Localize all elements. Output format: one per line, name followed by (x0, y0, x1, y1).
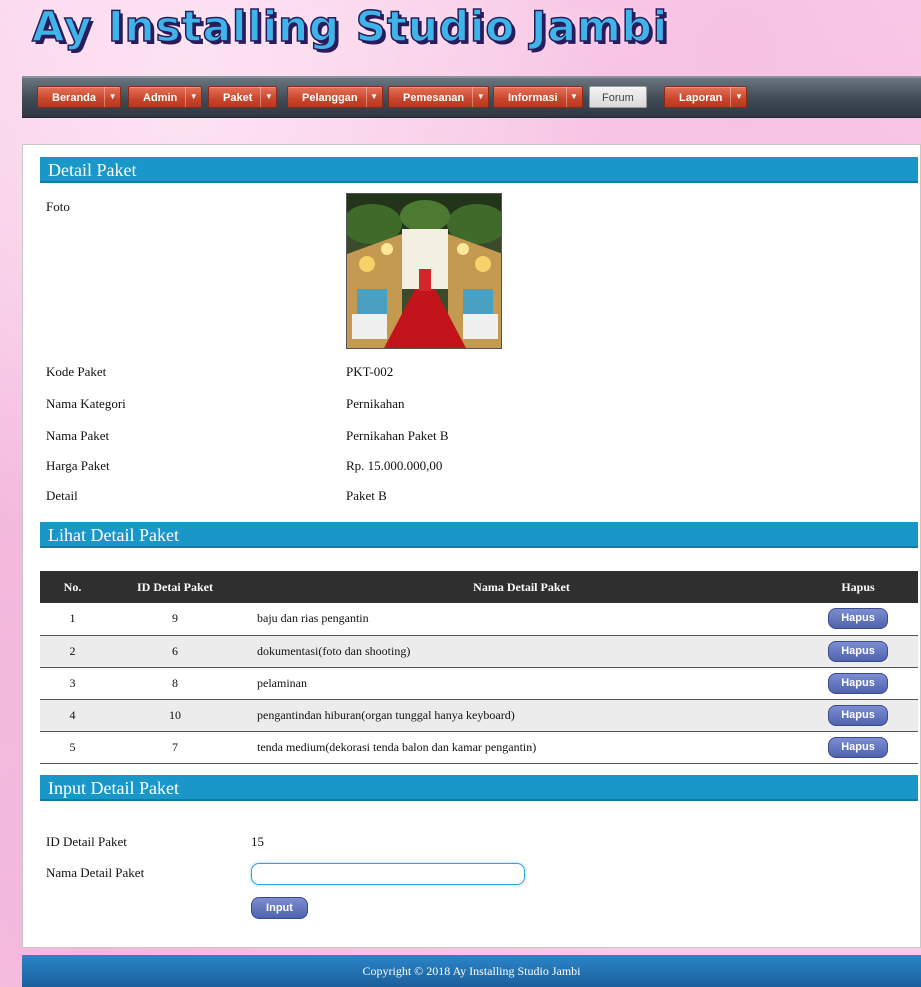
nama-paket-label: Nama Paket (46, 428, 110, 443)
hapus-button[interactable]: Hapus (828, 704, 888, 726)
row-id: 8 (105, 667, 245, 700)
chevron-down-icon: ▼ (185, 87, 201, 107)
chevron-down-icon: ▼ (104, 87, 120, 107)
column-header-nama: Nama Detail Paket (245, 571, 798, 603)
column-header-id: ID Detai Paket (105, 571, 245, 603)
hapus-button[interactable]: Hapus (828, 736, 888, 758)
wedding-venue-image (347, 194, 501, 348)
nama-paket-value: Pernikahan Paket B (346, 428, 449, 443)
row-no: 5 (40, 731, 105, 764)
row-no: 2 (40, 635, 105, 668)
column-header-hapus: Hapus (798, 571, 918, 603)
id-detail-paket-label: ID Detail Paket (46, 834, 127, 849)
table-row: 1 9 baju dan rias pengantin Hapus (40, 603, 918, 636)
nav-forum[interactable]: Forum (589, 86, 647, 108)
row-no: 3 (40, 667, 105, 700)
detail-paket-table: No. ID Detai Paket Nama Detail Paket Hap… (40, 571, 918, 764)
nav-beranda[interactable]: Beranda ▼ (37, 86, 122, 108)
chevron-down-icon: ▼ (565, 87, 582, 107)
table-row: 2 6 dokumentasi(foto dan shooting) Hapus (40, 635, 918, 668)
row-nama: tenda medium(dekorasi tenda balon dan ka… (245, 731, 798, 764)
page: Ay Installing Studio Jambi Beranda ▼ Admi… (0, 0, 921, 987)
nav-pemesanan-label: Pemesanan (403, 92, 465, 104)
nama-kategori-value: Pernikahan (346, 396, 405, 411)
harga-paket-value: Rp. 15.000.000,00 (346, 458, 443, 473)
nav-paket-label: Paket (223, 92, 253, 104)
content-panel: Detail Paket Foto Kode Paket PKT-002 Nam… (22, 144, 921, 948)
nav-informasi[interactable]: Informasi ▼ (493, 86, 583, 108)
chevron-down-icon: ▼ (730, 87, 746, 107)
chevron-down-icon: ▼ (260, 87, 276, 107)
column-header-no: No. (40, 571, 105, 603)
nav-pelanggan[interactable]: Pelanggan ▼ (287, 86, 383, 108)
table-row: 3 8 pelaminan Hapus (40, 667, 918, 700)
hapus-button[interactable]: Hapus (828, 608, 888, 630)
section-title-detail-paket: Detail Paket (40, 157, 918, 183)
table-row: 5 7 tenda medium(dekorasi tenda balon da… (40, 731, 918, 764)
input-button[interactable]: Input (251, 897, 308, 919)
nav-pemesanan[interactable]: Pemesanan ▼ (388, 86, 490, 108)
table-header-row: No. ID Detai Paket Nama Detail Paket Hap… (40, 571, 918, 603)
nav-pelanggan-label: Pelanggan (302, 92, 358, 104)
row-action: Hapus (798, 635, 918, 668)
site-logo[interactable]: Ay Installing Studio Jambi (31, 1, 668, 52)
row-action: Hapus (798, 731, 918, 764)
nav-forum-label: Forum (602, 92, 634, 104)
hapus-button[interactable]: Hapus (828, 672, 888, 694)
harga-paket-label: Harga Paket (46, 458, 110, 473)
kode-paket-label: Kode Paket (46, 364, 107, 379)
row-id: 10 (105, 699, 245, 732)
row-nama: dokumentasi(foto dan shooting) (245, 635, 798, 668)
row-action: Hapus (798, 667, 918, 700)
nav-admin[interactable]: Admin ▼ (128, 86, 203, 108)
id-detail-paket-value: 15 (251, 834, 264, 849)
row-action: Hapus (798, 699, 918, 732)
row-nama: pengantindan hiburan(organ tunggal hanya… (245, 699, 798, 732)
row-no: 4 (40, 699, 105, 732)
row-id: 7 (105, 731, 245, 764)
kode-paket-value: PKT-002 (346, 364, 394, 379)
main-navbar: Beranda ▼ Admin ▼ Paket ▼ Pelanggan ▼ Pemesa… (22, 76, 921, 118)
detail-value: Paket B (346, 488, 387, 503)
foto-label: Foto (46, 199, 70, 214)
nav-paket[interactable]: Paket ▼ (208, 86, 278, 108)
nav-admin-label: Admin (143, 92, 178, 104)
row-action: Hapus (798, 603, 918, 636)
nama-kategori-label: Nama Kategori (46, 396, 126, 411)
row-no: 1 (40, 603, 105, 636)
nav-beranda-label: Beranda (52, 92, 97, 104)
copyright-text: Copyright © 2018 Ay Installing Studio Ja… (362, 964, 581, 978)
row-id: 9 (105, 603, 245, 636)
hapus-button[interactable]: Hapus (828, 640, 888, 662)
nama-detail-paket-input[interactable] (251, 863, 525, 885)
row-nama: baju dan rias pengantin (245, 603, 798, 636)
nav-informasi-label: Informasi (508, 92, 558, 104)
chevron-down-icon: ▼ (472, 87, 488, 107)
row-nama: pelaminan (245, 667, 798, 700)
nama-detail-paket-label: Nama Detail Paket (46, 865, 145, 880)
detail-label: Detail (46, 488, 78, 503)
section-title-input-detail-paket: Input Detail Paket (40, 775, 918, 801)
nav-laporan[interactable]: Laporan ▼ (664, 86, 748, 108)
row-id: 6 (105, 635, 245, 668)
nav-laporan-label: Laporan (679, 92, 723, 104)
site-header: Ay Installing Studio Jambi (22, 0, 921, 52)
package-photo (346, 193, 502, 349)
site-footer: Copyright © 2018 Ay Installing Studio Ja… (22, 955, 921, 987)
section-title-lihat-detail-paket: Lihat Detail Paket (40, 522, 918, 548)
chevron-down-icon: ▼ (365, 87, 382, 107)
table-row: 4 10 pengantindan hiburan(organ tunggal … (40, 699, 918, 732)
